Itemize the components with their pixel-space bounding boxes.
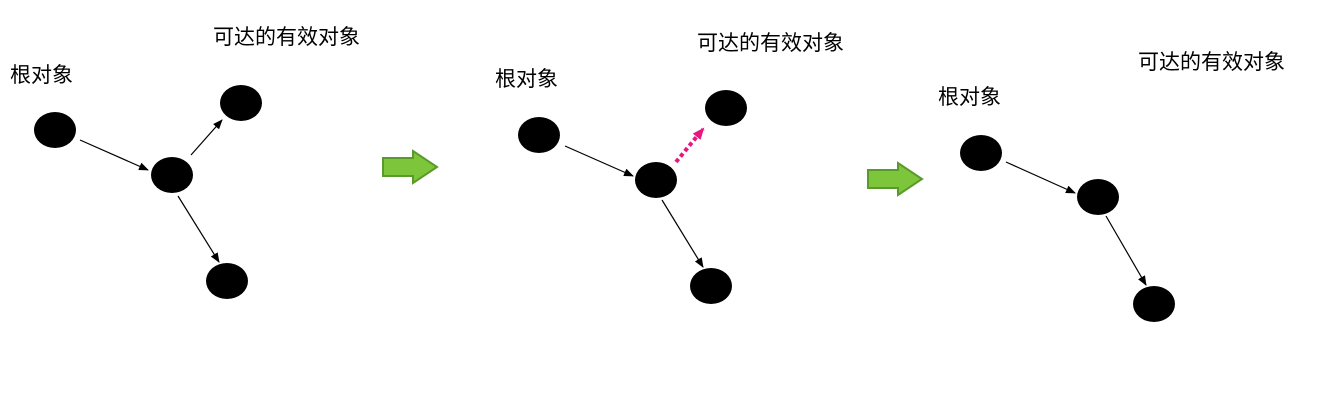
reachable-object-label: 可达的有效对象 — [697, 31, 844, 55]
gc-reachability-diagram: 根对象 可达的有效对象 根对象 可达的有效对象 根对象 可达的有效对象 — [10, 25, 1285, 322]
edge-middle-to-reachable — [190, 119, 223, 156]
panel-3: 根对象 可达的有效对象 — [938, 50, 1285, 322]
middle-node — [635, 162, 677, 198]
root-node — [34, 112, 76, 148]
dashed-removed-edge — [674, 127, 705, 164]
reachable-node — [705, 90, 747, 126]
child-node — [690, 268, 732, 304]
right-arrow-icon — [867, 161, 924, 197]
reachable-node — [220, 85, 262, 121]
root-object-label: 根对象 — [10, 63, 73, 87]
right-arrow-icon — [382, 149, 439, 185]
middle-node — [151, 157, 193, 193]
edge-root-to-middle — [1005, 161, 1076, 194]
middle-node — [1077, 179, 1119, 215]
child-node — [206, 263, 248, 299]
panel-2: 根对象 可达的有效对象 — [495, 31, 844, 304]
panel-1: 根对象 可达的有效对象 — [10, 25, 360, 299]
edge-middle-to-child — [661, 199, 704, 268]
root-node — [960, 135, 1002, 171]
root-object-label: 根对象 — [495, 67, 558, 91]
root-object-label: 根对象 — [938, 85, 1001, 109]
reachable-object-label: 可达的有效对象 — [1138, 50, 1285, 74]
child-node — [1133, 286, 1175, 322]
edge-middle-to-child — [1105, 215, 1147, 286]
root-node — [518, 117, 560, 153]
edge-root-to-middle — [564, 145, 634, 177]
edge-root-to-middle — [79, 139, 149, 171]
reachable-object-label: 可达的有效对象 — [213, 25, 360, 49]
edge-middle-to-child — [177, 195, 220, 263]
